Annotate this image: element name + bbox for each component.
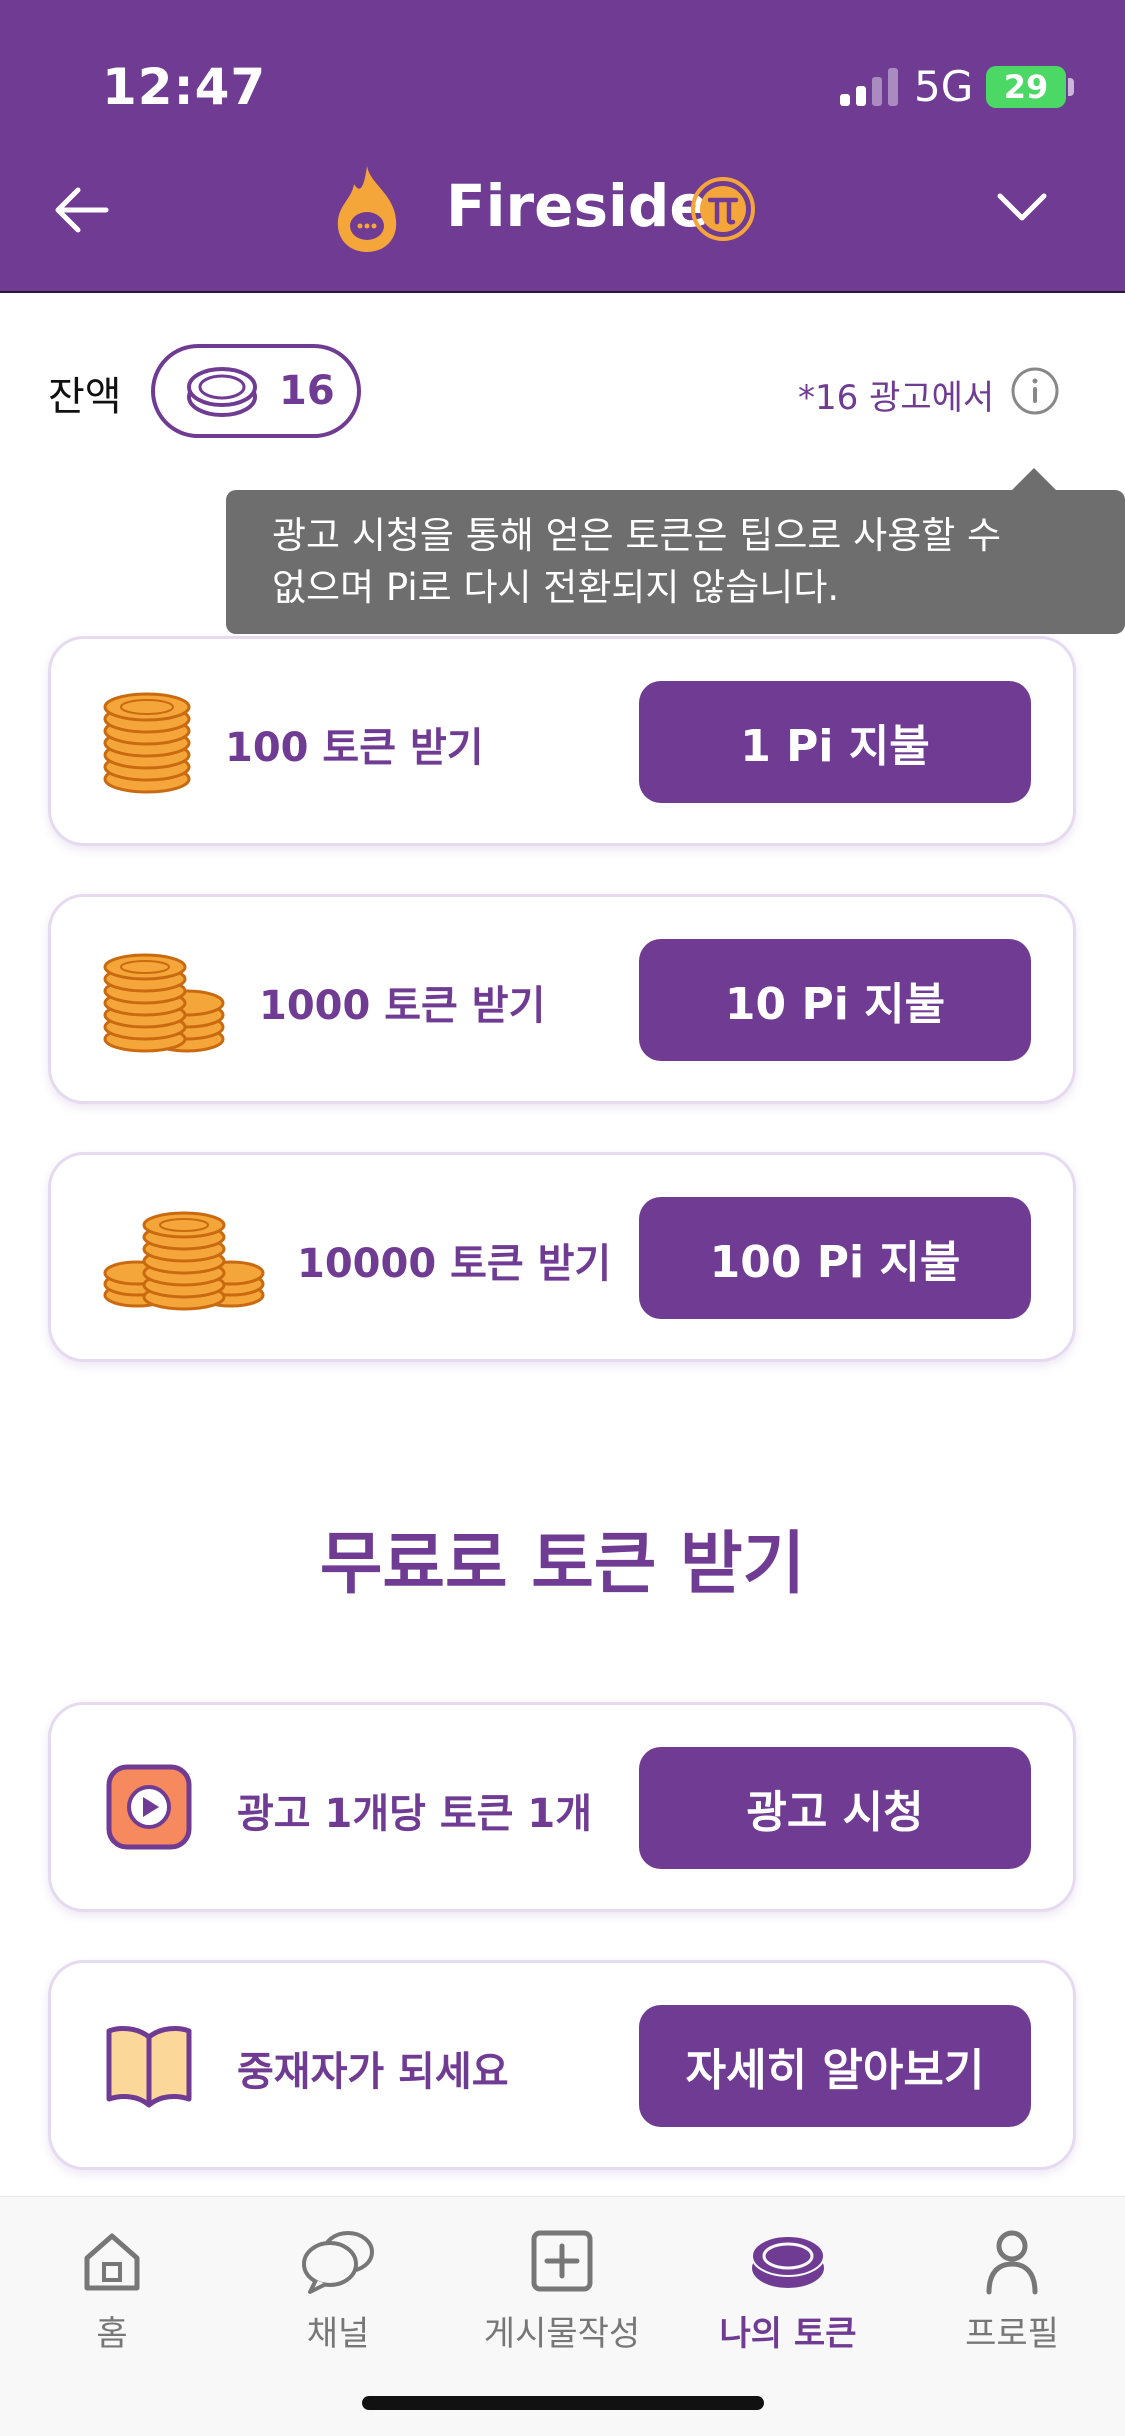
home-indicator[interactable] <box>362 2396 764 2410</box>
chevron-down-icon[interactable] <box>994 186 1050 226</box>
ads-earned-note: *16 광고에서 <box>798 378 995 418</box>
token-coin-icon <box>751 2235 825 2288</box>
pay-1-pi-button[interactable]: 1 Pi 지불 <box>639 681 1031 803</box>
add-post-icon <box>531 2230 593 2292</box>
tab-my-tokens[interactable]: 나의 토큰 <box>688 2226 888 2355</box>
tab-label: 게시물작성 <box>483 2314 641 2354</box>
play-video-icon <box>106 1764 192 1850</box>
token-package-card: 100 토큰 받기 1 Pi 지불 <box>48 636 1076 846</box>
tab-profile[interactable]: 프로필 <box>912 2226 1112 2355</box>
tab-home[interactable]: 홈 <box>12 2226 212 2355</box>
pi-logo-icon <box>691 177 755 241</box>
network-type: 5G <box>914 62 974 111</box>
watch-ad-card: 광고 1개당 토큰 1개 광고 시청 <box>48 1702 1076 1912</box>
coin-stack-medium-icon <box>103 953 225 1053</box>
app-title: Fireside <box>446 172 709 240</box>
open-book-icon <box>106 2026 192 2108</box>
info-tooltip: 광고 시청을 통해 얻은 토큰은 팁으로 사용할 수 없으며 Pi로 다시 전환… <box>226 490 1125 634</box>
profile-icon <box>986 2230 1038 2295</box>
tab-label: 채널 <box>306 2314 370 2354</box>
pay-100-pi-button[interactable]: 100 Pi 지불 <box>639 1197 1031 1319</box>
tab-label: 프로필 <box>965 2314 1059 2354</box>
tab-create-post[interactable]: 게시물작성 <box>462 2226 662 2355</box>
info-icon[interactable] <box>1010 366 1060 416</box>
balance-pill: 16 <box>151 344 361 438</box>
tooltip-arrow <box>1010 468 1058 492</box>
battery-nub <box>1068 78 1074 96</box>
coin-stack-small-icon <box>103 692 191 794</box>
tab-label: 홈 <box>96 2314 128 2354</box>
cellular-signal-icon <box>840 68 898 106</box>
ad-reward-label: 광고 1개당 토큰 1개 <box>237 1791 593 1837</box>
token-package-card: 1000 토큰 받기 10 Pi 지불 <box>48 894 1076 1104</box>
tab-channels[interactable]: 채널 <box>238 2226 438 2355</box>
learn-more-button[interactable]: 자세히 알아보기 <box>639 2005 1031 2127</box>
chat-bubbles-icon <box>302 2231 374 2294</box>
balance-value: 16 <box>279 368 335 414</box>
package-label: 100 토큰 받기 <box>225 725 484 771</box>
back-arrow-icon[interactable] <box>52 180 112 240</box>
home-icon <box>84 2233 140 2291</box>
package-label: 10000 토큰 받기 <box>297 1241 612 1287</box>
pay-10-pi-button[interactable]: 10 Pi 지불 <box>639 939 1031 1061</box>
app-header: 12:47 5G 29 Fireside <box>0 0 1125 293</box>
moderator-card: 중재자가 되세요 자세히 알아보기 <box>48 1960 1076 2170</box>
tooltip-line-1: 광고 시청을 통해 얻은 토큰은 팁으로 사용할 수 <box>272 514 1002 557</box>
tooltip-line-2: 없으며 Pi로 다시 전환되지 않습니다. <box>272 566 840 609</box>
free-tokens-title: 무료로 토큰 받기 <box>319 1525 806 1604</box>
fireside-flame-icon <box>337 166 397 252</box>
tab-label: 나의 토큰 <box>719 2314 857 2354</box>
coin-stack-large-icon <box>103 1211 265 1311</box>
status-time: 12:47 <box>102 58 267 116</box>
battery-level: 29 <box>1003 68 1049 106</box>
battery-icon: 29 <box>986 66 1066 108</box>
package-label: 1000 토큰 받기 <box>259 983 546 1029</box>
moderator-label: 중재자가 되세요 <box>237 2049 509 2095</box>
balance-label: 잔액 <box>48 374 122 420</box>
watch-ad-button[interactable]: 광고 시청 <box>639 1747 1031 1869</box>
token-package-card: 10000 토큰 받기 100 Pi 지불 <box>48 1152 1076 1362</box>
token-coin-icon <box>187 367 257 417</box>
